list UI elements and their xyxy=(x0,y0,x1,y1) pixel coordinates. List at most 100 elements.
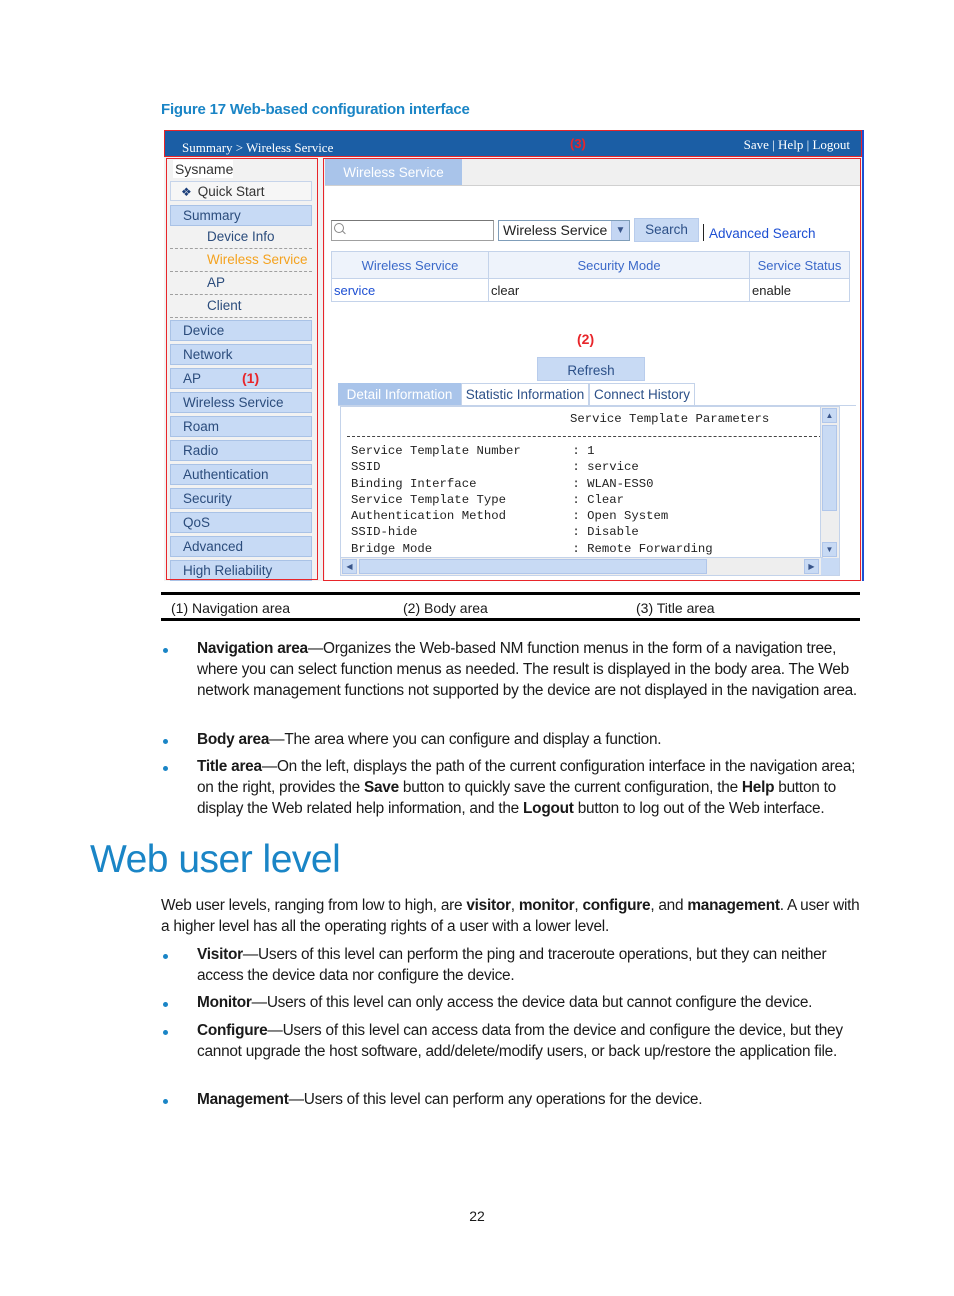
advanced-search-link[interactable]: Advanced Search xyxy=(709,226,816,241)
column-header-security-mode[interactable]: Security Mode xyxy=(488,251,750,279)
nav-item-wireless-service[interactable]: Wireless Service xyxy=(170,249,312,272)
bullet-title-area: Title area—On the left, displays the pat… xyxy=(197,756,867,820)
dashed-divider xyxy=(347,436,822,437)
legend-rule-top xyxy=(161,592,860,595)
section-intro: Web user levels, ranging from low to hig… xyxy=(161,895,871,937)
title-area-marker: (3) xyxy=(570,136,586,151)
text: , xyxy=(510,897,519,914)
nav-group-device[interactable]: Device xyxy=(170,320,312,341)
body-area: Wireless Service Wireless Service ▼ Searc… xyxy=(325,159,860,580)
nav-group-security[interactable]: Security xyxy=(170,488,312,509)
bullet-icon xyxy=(163,648,168,653)
description: button to log out of the Web interface. xyxy=(573,800,825,818)
refresh-button[interactable]: Refresh xyxy=(537,357,645,381)
navigation-area-marker: (1) xyxy=(242,370,260,386)
table-row: service clear enable xyxy=(331,278,850,302)
vertical-scroll-thumb[interactable] xyxy=(822,425,837,511)
scroll-right-icon[interactable]: ▶ xyxy=(804,559,819,574)
sysname-label: Sysname xyxy=(173,160,234,178)
bullet-body-area: Body area—The area where you can configu… xyxy=(197,729,867,750)
bullet-icon xyxy=(163,1002,168,1007)
term: management xyxy=(687,897,780,914)
text: Web user levels, ranging from low to hig… xyxy=(161,897,467,914)
description: —Users of this level can perform the pin… xyxy=(197,946,827,985)
scroll-down-icon[interactable]: ▼ xyxy=(822,542,837,557)
parameter-list: Service Template Number : 1 SSID : servi… xyxy=(351,444,713,556)
column-header-wireless-service[interactable]: Wireless Service xyxy=(331,251,489,279)
search-field-select[interactable]: Wireless Service ▼ xyxy=(498,220,630,241)
detail-panel: Service Template Parameters Service Temp… xyxy=(340,406,840,576)
cell-service-status: enable xyxy=(749,278,850,302)
description: —Users of this level can access data fro… xyxy=(197,1022,843,1061)
search-button[interactable]: Search xyxy=(634,218,699,242)
nav-group-radio[interactable]: Radio xyxy=(170,440,312,461)
search-icon xyxy=(334,223,344,233)
term: monitor xyxy=(518,897,575,914)
term: Navigation area xyxy=(197,640,308,657)
nav-group-qos[interactable]: QoS xyxy=(170,512,312,533)
breadcrumb: Summary > Wireless Service xyxy=(182,140,334,155)
term-help: Help xyxy=(741,779,775,797)
nav-item-client[interactable]: Client xyxy=(170,295,312,318)
tab-wireless-service[interactable]: Wireless Service xyxy=(325,159,462,185)
vertical-scrollbar[interactable]: ▲ ▼ xyxy=(820,407,839,559)
scroll-left-icon[interactable]: ◀ xyxy=(342,559,357,574)
cell-wireless-service[interactable]: service xyxy=(331,278,489,302)
nav-group-high-reliability[interactable]: High Reliability xyxy=(170,560,312,581)
nav-group-roam[interactable]: Roam xyxy=(170,416,312,437)
nav-group-advanced[interactable]: Advanced xyxy=(170,536,312,557)
nav-group-network[interactable]: Network xyxy=(170,344,312,365)
term: Visitor xyxy=(197,946,243,963)
figure-caption: Figure 17 Web-based configuration interf… xyxy=(161,101,470,118)
help-link[interactable]: Help xyxy=(778,137,803,152)
tab-detail-information[interactable]: Detail Information xyxy=(338,383,461,405)
bullet-visitor: Visitor—Users of this level can perform … xyxy=(197,944,867,986)
bullet-configure: Configure—Users of this level can access… xyxy=(197,1020,867,1062)
table-header-row: Wireless Service Security Mode Service S… xyxy=(331,251,850,279)
description: —Users of this level can only access the… xyxy=(251,994,813,1011)
bullet-icon xyxy=(163,766,168,771)
column-header-service-status[interactable]: Service Status xyxy=(749,251,850,279)
web-interface-screenshot: Summary > Wireless Service Save | Help |… xyxy=(164,130,864,581)
save-link[interactable]: Save xyxy=(744,137,769,152)
separator xyxy=(703,224,704,241)
detail-title: Service Template Parameters xyxy=(570,412,770,426)
logout-link[interactable]: Logout xyxy=(812,137,850,152)
description: —Users of this level can perform any ope… xyxy=(288,1091,703,1108)
bullet-management: Management—Users of this level can perfo… xyxy=(197,1089,867,1110)
nav-item-ap[interactable]: AP xyxy=(170,272,312,295)
bullet-monitor: Monitor—Users of this level can only acc… xyxy=(197,992,867,1013)
term: visitor xyxy=(466,897,511,914)
term: Title area xyxy=(197,758,262,775)
wireless-service-table: Wireless Service Security Mode Service S… xyxy=(331,251,850,302)
title-links: Save | Help | Logout xyxy=(744,137,850,153)
link-separator: | xyxy=(768,137,779,152)
term: Monitor xyxy=(197,994,252,1011)
scroll-up-icon[interactable]: ▲ xyxy=(822,408,837,423)
title-area: Summary > Wireless Service Save | Help |… xyxy=(164,130,862,157)
description: button to quickly save the current confi… xyxy=(398,779,742,797)
nav-group-wireless-service[interactable]: Wireless Service xyxy=(170,392,312,413)
bullet-icon xyxy=(163,1030,168,1035)
horizontal-scroll-thumb[interactable] xyxy=(359,559,707,574)
section-heading: Web user level xyxy=(90,838,341,881)
nav-item-device-info[interactable]: Device Info xyxy=(170,226,312,249)
legend-title-area: (3) Title area xyxy=(636,600,715,616)
term: configure xyxy=(582,897,651,914)
nav-group-authentication[interactable]: Authentication xyxy=(170,464,312,485)
detail-tabs: Detail Information Statistic Information… xyxy=(338,383,856,406)
term: Configure xyxy=(197,1022,268,1039)
term: Management xyxy=(197,1091,289,1108)
bullet-navigation-area: Navigation area—Organizes the Web-based … xyxy=(197,638,867,702)
tab-statistic-information[interactable]: Statistic Information xyxy=(461,383,589,405)
nav-group-ap[interactable]: AP xyxy=(170,368,312,389)
horizontal-scrollbar[interactable]: ◀ ▶ xyxy=(341,557,823,575)
text: , and xyxy=(650,897,688,914)
nav-group-summary[interactable]: Summary xyxy=(170,205,312,226)
tab-connect-history[interactable]: Connect History xyxy=(589,383,695,405)
scrollbar-corner xyxy=(821,558,839,575)
nav-quick-start[interactable]: ❖ Quick Start xyxy=(170,181,312,201)
chevron-down-icon[interactable]: ▼ xyxy=(611,221,629,240)
cell-security-mode: clear xyxy=(488,278,750,302)
search-input[interactable] xyxy=(331,220,494,241)
